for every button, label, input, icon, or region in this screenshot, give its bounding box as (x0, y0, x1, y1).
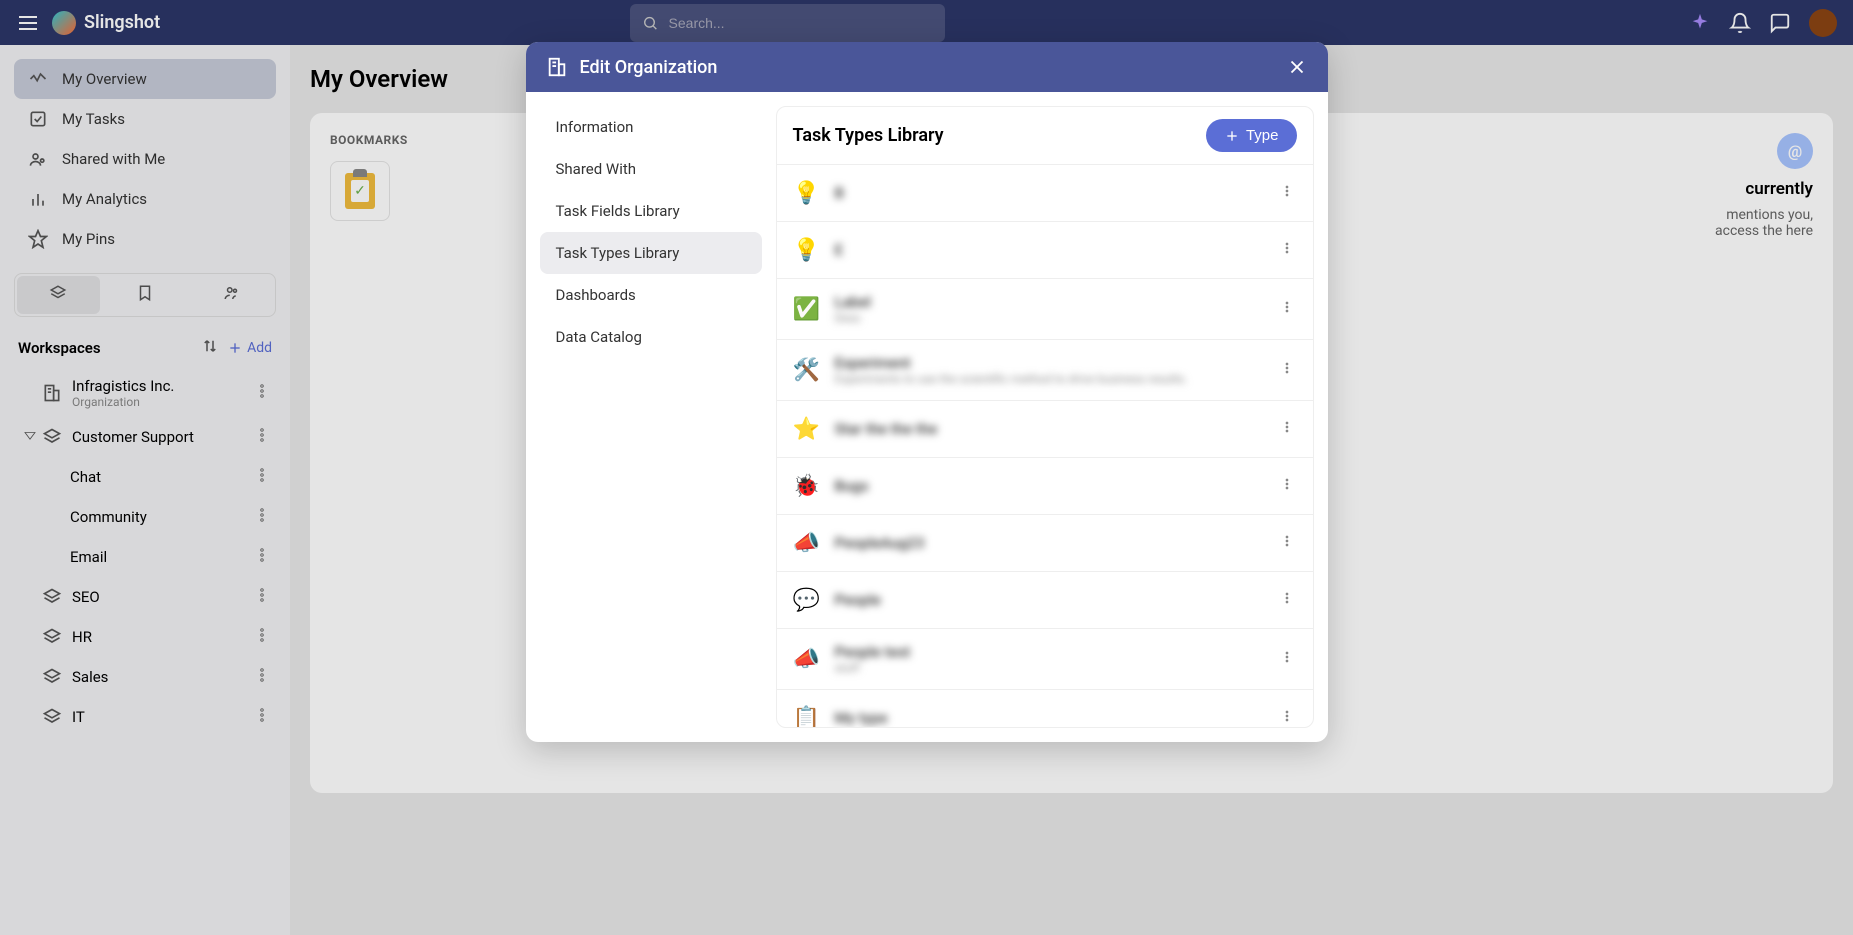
more-icon[interactable] (1279, 476, 1297, 496)
more-icon[interactable] (1279, 708, 1297, 727)
task-type-list[interactable]: 💡 B 💡 E ✅ Label Desc 🛠️ Experiment Exper… (777, 165, 1313, 727)
task-type-name: E (835, 241, 1265, 259)
task-type-name: People (835, 591, 1265, 609)
task-type-name: My type (835, 709, 1265, 727)
task-type-row[interactable]: 💡 E (777, 222, 1313, 279)
modal-nav-information[interactable]: Information (540, 106, 762, 148)
task-type-row[interactable]: ⭐ Star the the the (777, 401, 1313, 458)
plus-icon (1224, 128, 1240, 144)
modal-overlay[interactable]: Edit Organization Information Shared Wit… (0, 0, 1853, 935)
modal-nav-task-fields[interactable]: Task Fields Library (540, 190, 762, 232)
task-type-icon: ✅ (793, 295, 821, 323)
task-type-icon: 📋 (793, 704, 821, 727)
task-type-icon: ⭐ (793, 415, 821, 443)
task-type-row[interactable]: 📣 PeopleAug23 (777, 515, 1313, 572)
modal-nav-dashboards[interactable]: Dashboards (540, 274, 762, 316)
organization-icon (546, 56, 568, 78)
task-type-icon: 🐞 (793, 472, 821, 500)
more-icon[interactable] (1279, 360, 1297, 380)
task-type-icon: 🛠️ (793, 356, 821, 384)
task-type-name: People test (835, 643, 1265, 661)
modal-nav-shared-with[interactable]: Shared With (540, 148, 762, 190)
task-type-name: Star the the the (835, 420, 1265, 438)
close-button[interactable] (1286, 56, 1308, 78)
task-type-icon: 💬 (793, 586, 821, 614)
task-type-icon: 📣 (793, 645, 821, 673)
task-type-icon: 💡 (793, 236, 821, 264)
task-types-title: Task Types Library (793, 125, 944, 146)
task-type-name: B (835, 184, 1265, 202)
task-type-row[interactable]: 🛠️ Experiment Experiments to use the sci… (777, 340, 1313, 401)
modal-nav-task-types[interactable]: Task Types Library (540, 232, 762, 274)
task-type-name: Experiment (835, 354, 1265, 372)
task-type-row[interactable]: 📣 People test stuff (777, 629, 1313, 690)
task-type-icon: 💡 (793, 179, 821, 207)
task-type-name: PeopleAug23 (835, 534, 1265, 552)
more-icon[interactable] (1279, 240, 1297, 260)
task-type-icon: 📣 (793, 529, 821, 557)
task-type-name: Label (835, 293, 1265, 311)
modal-nav: Information Shared With Task Fields Libr… (540, 106, 762, 728)
more-icon[interactable] (1279, 533, 1297, 553)
more-icon[interactable] (1279, 183, 1297, 203)
task-type-row[interactable]: 💡 B (777, 165, 1313, 222)
edit-organization-modal: Edit Organization Information Shared Wit… (526, 42, 1328, 742)
task-type-row[interactable]: 💬 People (777, 572, 1313, 629)
task-type-desc: Desc (835, 311, 1265, 325)
add-type-button[interactable]: Type (1206, 119, 1297, 152)
more-icon[interactable] (1279, 299, 1297, 319)
task-type-desc: stuff (835, 661, 1265, 675)
modal-header: Edit Organization (526, 42, 1328, 92)
task-type-name: Bugs (835, 477, 1265, 495)
task-type-row[interactable]: 📋 My type (777, 690, 1313, 727)
task-type-row[interactable]: ✅ Label Desc (777, 279, 1313, 340)
task-type-desc: Experiments to use the scientific method… (835, 372, 1265, 386)
modal-nav-data-catalog[interactable]: Data Catalog (540, 316, 762, 358)
close-icon (1286, 56, 1308, 78)
more-icon[interactable] (1279, 649, 1297, 669)
task-type-row[interactable]: 🐞 Bugs (777, 458, 1313, 515)
add-type-label: Type (1246, 127, 1279, 144)
modal-main: Task Types Library Type 💡 B 💡 E ✅ Label … (776, 106, 1314, 728)
more-icon[interactable] (1279, 419, 1297, 439)
modal-title: Edit Organization (580, 57, 1274, 78)
more-icon[interactable] (1279, 590, 1297, 610)
